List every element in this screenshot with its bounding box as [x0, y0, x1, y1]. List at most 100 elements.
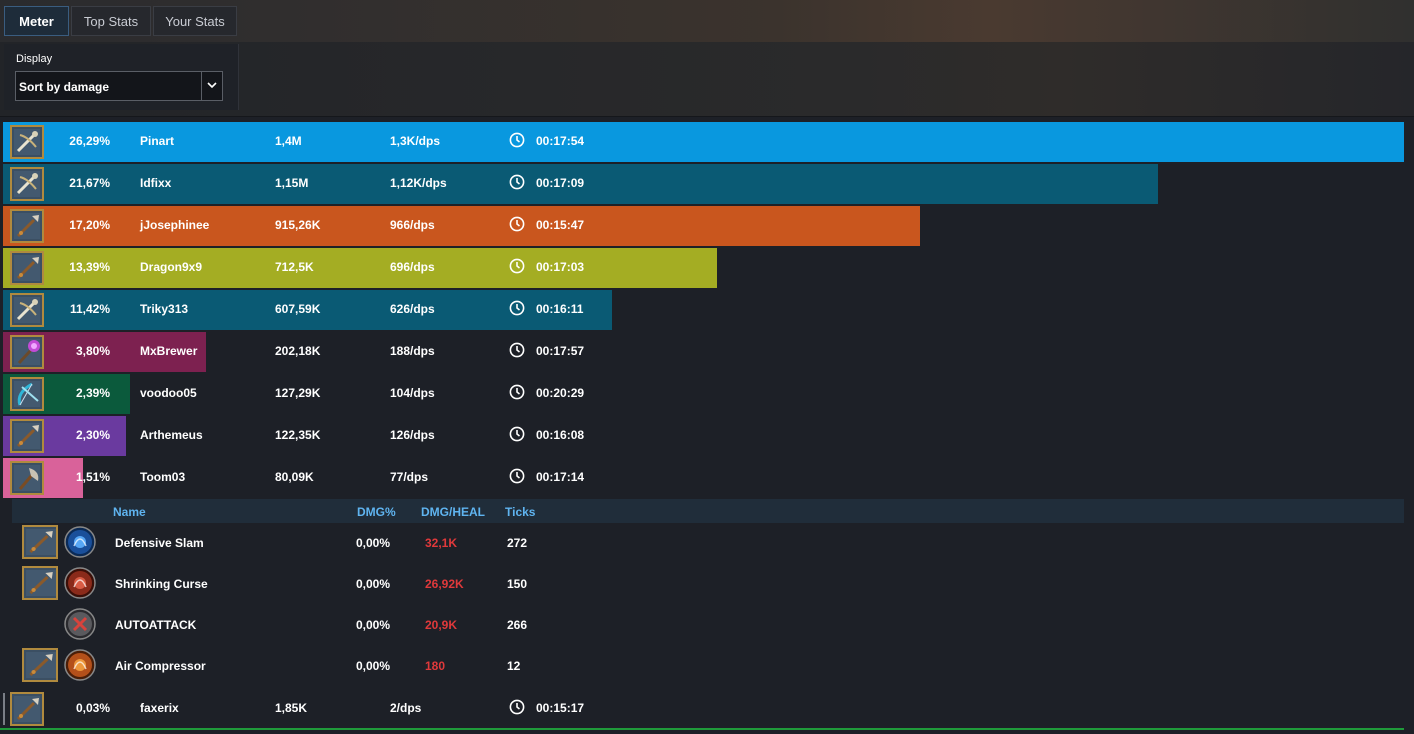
sort-select[interactable]: Sort by damage	[15, 71, 223, 101]
combat-time: 00:16:11	[536, 302, 584, 316]
crossbow-icon	[10, 293, 44, 327]
skill-ticks: 150	[507, 577, 528, 591]
damage-percent: 21,67%	[69, 176, 110, 190]
player-row[interactable]: 2,39% voodoo05 127,29K 104/dps 00:20:29	[3, 374, 1404, 414]
clock-icon	[509, 426, 525, 442]
sort-select-value: Sort by damage	[19, 80, 110, 94]
combat-time: 00:16:08	[536, 428, 585, 442]
damage-percent: 1,51%	[75, 470, 110, 484]
header-name: Name	[113, 505, 146, 519]
skill-row[interactable]: Shrinking Curse 0,00% 26,92K 150	[12, 564, 1404, 605]
damage-per-second: 966/dps	[390, 218, 435, 232]
combat-time: 00:17:03	[536, 260, 585, 274]
skill-row[interactable]: Defensive Slam 0,00% 32,1K 272	[12, 523, 1404, 564]
damage-per-second: 2/dps	[390, 701, 422, 715]
damage-per-second: 77/dps	[390, 470, 429, 484]
player-row[interactable]: 13,39% Dragon9x9 712,5K 696/dps 00:17:03	[3, 248, 1404, 288]
damage-bar	[3, 122, 1404, 162]
display-label: Display	[16, 53, 53, 65]
skill-damage-heal: 26,92K	[425, 577, 464, 591]
crossbow-icon	[10, 125, 44, 159]
skill-damage-percent: 0,00%	[356, 618, 391, 632]
crossbow-icon	[10, 167, 44, 201]
damage-percent: 26,29%	[69, 134, 110, 148]
skill-damage-heal: 180	[425, 659, 446, 673]
chevron-down-icon[interactable]	[201, 72, 222, 100]
combat-time: 00:17:57	[536, 344, 585, 358]
player-name: Arthemeus	[140, 428, 203, 442]
skill-name: Shrinking Curse	[115, 577, 208, 591]
damage-per-second: 696/dps	[390, 260, 435, 274]
total-damage: 202,18K	[275, 344, 321, 358]
total-damage: 1,4M	[275, 134, 302, 148]
damage-per-second: 626/dps	[390, 302, 435, 316]
orange-burst-icon	[64, 649, 96, 681]
skill-name: Defensive Slam	[115, 536, 204, 550]
clock-icon	[509, 258, 525, 274]
skill-name: Air Compressor	[115, 659, 206, 673]
tab-meter[interactable]: Meter	[4, 6, 69, 36]
clock-icon	[509, 216, 525, 232]
player-name: Pinart	[140, 134, 175, 148]
skill-damage-heal: 20,9K	[425, 618, 458, 632]
skill-table-header: Name DMG% DMG/HEAL Ticks	[12, 499, 1404, 523]
damage-bar	[3, 248, 717, 288]
skill-damage-percent: 0,00%	[356, 536, 391, 550]
damage-percent: 11,42%	[69, 302, 110, 316]
player-row[interactable]: 2,30% Arthemeus 122,35K 126/dps 00:16:08	[3, 416, 1404, 456]
combat-time: 00:15:17	[536, 701, 585, 715]
player-row[interactable]: 11,42% Triky313 607,59K 626/dps 00:16:11	[3, 290, 1404, 330]
spear-icon	[10, 209, 44, 243]
player-name: jJosephinee	[140, 218, 210, 232]
spear-icon	[22, 566, 59, 600]
spear-icon	[10, 692, 44, 726]
tab-your-stats[interactable]: Your Stats	[153, 6, 237, 36]
damage-percent: 2,30%	[75, 428, 110, 442]
damage-percent: 13,39%	[69, 260, 110, 274]
tab-top-stats[interactable]: Top Stats	[71, 6, 151, 36]
blue-slam-icon	[64, 526, 96, 558]
spear-icon	[10, 419, 44, 453]
player-name: Triky313	[140, 302, 189, 316]
staff-icon	[10, 335, 44, 369]
player-name: MxBrewer	[140, 344, 198, 358]
combat-time: 00:15:47	[536, 218, 585, 232]
total-damage: 122,35K	[275, 428, 321, 442]
skill-ticks: 266	[507, 618, 528, 632]
player-row-faxerix[interactable]: 0,03% faxerix 1,85K 2/dps 00:15:17	[3, 689, 1404, 729]
clock-icon	[509, 132, 525, 148]
axe-icon	[10, 461, 44, 495]
spear-icon	[22, 648, 59, 682]
total-damage: 915,26K	[275, 218, 321, 232]
player-row[interactable]: 26,29% Pinart 1,4M 1,3K/dps 00:17:54	[3, 122, 1404, 162]
skill-ticks: 272	[507, 536, 528, 550]
clock-icon	[509, 342, 525, 358]
bow-icon	[10, 377, 44, 411]
damage-per-second: 104/dps	[390, 386, 435, 400]
spear-icon	[22, 525, 59, 559]
crossed-swords-icon	[64, 608, 96, 640]
damage-percent: 2,39%	[75, 386, 110, 400]
row-marker	[3, 693, 5, 725]
top-bar: Meter Top Stats Your Stats	[0, 0, 1414, 43]
header-ticks: Ticks	[505, 505, 536, 519]
skill-name: AUTOATTACK	[115, 618, 197, 632]
damage-per-second: 1,3K/dps	[390, 134, 441, 148]
damage-percent: 0,03%	[75, 701, 110, 715]
player-name: voodoo05	[140, 386, 197, 400]
skill-damage-percent: 0,00%	[356, 577, 391, 591]
total-damage: 1,85K	[275, 701, 308, 715]
player-row[interactable]: 3,80% MxBrewer 202,18K 188/dps 00:17:57	[3, 332, 1404, 372]
skill-ticks: 12	[507, 659, 521, 673]
clock-icon	[509, 699, 525, 715]
player-row[interactable]: 1,51% Toom03 80,09K 77/dps 00:17:14	[3, 458, 1404, 498]
spear-icon	[10, 251, 44, 285]
skill-row[interactable]: Air Compressor 0,00% 180 12	[12, 646, 1404, 687]
total-damage: 1,15M	[275, 176, 309, 190]
player-row[interactable]: 21,67% Idfixx 1,15M 1,12K/dps 00:17:09	[3, 164, 1404, 204]
display-panel: Display Sort by damage	[4, 44, 239, 110]
clock-icon	[509, 384, 525, 400]
player-row[interactable]: 17,20% jJosephinee 915,26K 966/dps 00:15:47	[3, 206, 1404, 246]
skill-row[interactable]: AUTOATTACK 0,00% 20,9K 266	[12, 605, 1404, 646]
red-curse-icon	[64, 567, 96, 599]
